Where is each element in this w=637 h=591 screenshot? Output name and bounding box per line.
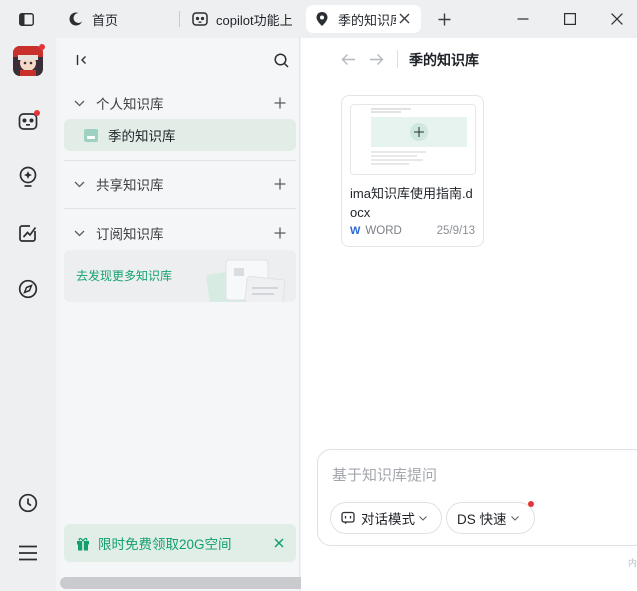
add-icon[interactable] <box>272 176 288 192</box>
tab-knowledge-base[interactable]: 季的知识库 <box>306 5 421 33</box>
notification-dot <box>528 501 534 507</box>
divider <box>64 208 296 209</box>
location-pin-icon <box>314 11 330 27</box>
page-title: 季的知识库 <box>409 52 479 68</box>
ask-box: 基于知识库提问 对话模式 DS 快速 <box>317 449 637 546</box>
chevron-down-icon <box>419 515 427 521</box>
section-subscribed[interactable]: 订阅知识库 <box>64 218 296 248</box>
notification-dot <box>34 110 40 116</box>
edge-label: 内 <box>627 558 637 568</box>
close-window-icon[interactable] <box>609 11 625 27</box>
maximize-icon[interactable] <box>562 11 578 27</box>
back-arrow-icon[interactable] <box>339 50 357 68</box>
minimize-icon[interactable] <box>515 11 531 27</box>
forward-arrow-icon[interactable] <box>367 50 385 68</box>
promo-text: 限时免费领取20G空间 <box>98 537 232 552</box>
divider <box>64 160 296 161</box>
file-thumbnail <box>350 104 476 175</box>
knowledge-base-icon <box>84 128 98 142</box>
chevron-down-icon <box>74 100 86 107</box>
lightbulb-icon[interactable] <box>14 163 42 191</box>
model-select[interactable]: DS 快速 <box>446 502 535 534</box>
add-icon[interactable] <box>272 225 288 241</box>
word-icon: W <box>350 225 361 237</box>
tab-label: 季的知识库 <box>338 12 396 28</box>
history-clock-icon[interactable] <box>14 489 42 517</box>
collapse-sidebar-icon[interactable] <box>74 52 90 68</box>
file-type-label: WORD <box>365 225 402 237</box>
panda-icon <box>192 11 208 27</box>
moon-icon <box>68 11 84 27</box>
sidebar-item-label: 季的知识库 <box>108 129 176 144</box>
compass-icon[interactable] <box>14 275 42 303</box>
tab-copilot[interactable]: copilot功能上 <box>184 5 302 33</box>
chat-mode-label: 对话模式 <box>361 512 415 527</box>
gift-icon <box>76 536 90 551</box>
knowledge-sidebar: 个人知识库 季的知识库 共享知识库 订阅知识库 去发现更多知识库 限时免费领取2… <box>60 38 400 591</box>
tab-home[interactable]: 首页 <box>60 5 172 33</box>
promo-banner[interactable]: 限时免费领取20G空间 <box>64 524 296 562</box>
avatar[interactable] <box>13 46 43 76</box>
section-label: 共享知识库 <box>96 178 164 193</box>
section-label: 个人知识库 <box>96 97 164 112</box>
tab-divider <box>179 11 180 27</box>
chevron-down-icon <box>74 181 86 188</box>
search-icon[interactable] <box>272 51 290 69</box>
section-label: 订阅知识库 <box>96 227 164 242</box>
model-label: DS 快速 <box>457 512 507 527</box>
notification-dot <box>39 44 45 50</box>
file-name: ima知识库使用指南.docx <box>350 186 473 220</box>
chat-mode-select[interactable]: 对话模式 <box>330 502 442 534</box>
ask-input[interactable]: 基于知识库提问 <box>332 464 437 485</box>
chevron-down-icon <box>74 230 86 237</box>
edit-chart-icon[interactable] <box>14 219 42 247</box>
tab-label: 首页 <box>92 12 119 28</box>
section-personal[interactable]: 个人知识库 <box>64 88 296 118</box>
close-promo-icon[interactable] <box>274 538 284 548</box>
chat-bubble-icon <box>341 511 355 525</box>
discover-illustration <box>206 259 286 302</box>
left-rail <box>0 38 56 591</box>
menu-icon[interactable] <box>14 539 42 567</box>
section-shared[interactable]: 共享知识库 <box>64 169 296 199</box>
sidebar-toggle-icon[interactable] <box>17 11 35 27</box>
new-tab-icon[interactable] <box>436 11 452 27</box>
file-card[interactable]: ima知识库使用指南.docx W WORD 25/9/13 <box>341 95 484 247</box>
file-date: 25/9/13 <box>436 225 475 237</box>
discover-link[interactable]: 去发现更多知识库 <box>76 267 172 284</box>
add-icon[interactable] <box>272 95 288 111</box>
sidebar-item-my-kb[interactable]: 季的知识库 <box>64 119 296 151</box>
file-type: W WORD <box>350 225 402 237</box>
close-tab-icon[interactable] <box>399 13 411 25</box>
breadcrumb-divider <box>397 50 398 68</box>
discover-more-card[interactable]: 去发现更多知识库 <box>64 250 296 302</box>
tab-label: copilot功能上 <box>216 12 293 28</box>
main-content: 季的知识库 ima知识库使用指南.docx W WORD 25/9/13 基于知… <box>301 38 637 591</box>
title-bar: 首页 copilot功能上 季的知识库 <box>0 0 637 38</box>
chevron-down-icon <box>510 515 519 521</box>
